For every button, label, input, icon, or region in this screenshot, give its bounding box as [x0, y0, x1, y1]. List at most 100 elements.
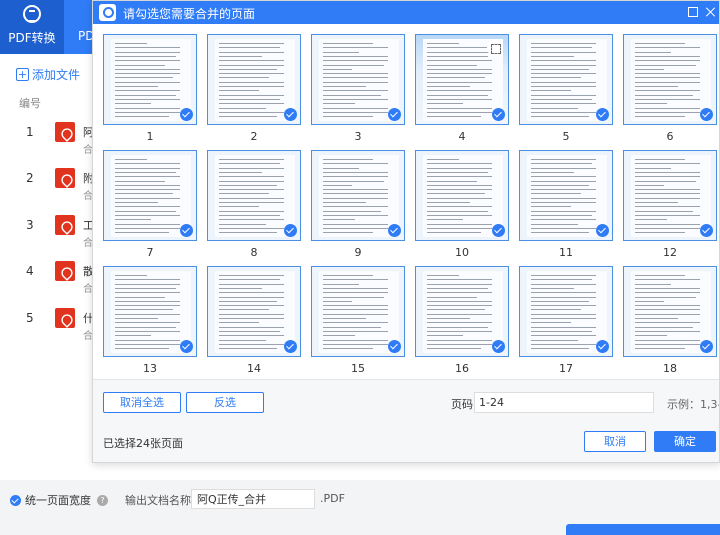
pdf-file-icon [55, 261, 75, 281]
file-subtitle: 合 [83, 145, 92, 156]
page-preview[interactable] [623, 34, 717, 125]
page-preview[interactable] [207, 266, 301, 357]
selected-check-icon[interactable] [492, 340, 505, 353]
help-icon[interactable]: ? [97, 494, 108, 506]
page-text-preview [631, 155, 711, 237]
page-range-example: 示例：1,3-5 [667, 398, 719, 411]
file-row[interactable]: 2 附 合 [0, 163, 92, 203]
page-preview[interactable] [415, 150, 509, 241]
selected-check-icon[interactable] [388, 340, 401, 353]
cancel-button[interactable]: 取消 [584, 431, 646, 452]
page-text-preview [319, 155, 399, 237]
invert-selection-button[interactable]: 反选 [186, 392, 264, 413]
selected-check-icon[interactable] [180, 108, 193, 121]
page-preview[interactable] [519, 266, 613, 357]
start-merge-button[interactable] [566, 524, 720, 535]
column-header-number: 编号 [19, 97, 41, 110]
page-preview[interactable] [207, 34, 301, 125]
selected-check-icon[interactable] [180, 224, 193, 237]
selected-count-text: 已选择24张页面 [103, 437, 183, 450]
file-name: 附 [83, 172, 92, 185]
selected-check-icon[interactable] [596, 340, 609, 353]
page-number: 12 [663, 246, 677, 259]
app-logo-icon [99, 4, 116, 21]
selected-check-icon[interactable] [492, 224, 505, 237]
page-text-preview [215, 39, 295, 121]
maximize-icon[interactable] [688, 7, 698, 17]
selected-check-icon[interactable] [284, 108, 297, 121]
selected-check-icon[interactable] [492, 108, 505, 121]
selected-check-icon[interactable] [700, 340, 713, 353]
page-text-preview [631, 271, 711, 353]
close-icon[interactable] [705, 5, 717, 19]
confirm-button[interactable]: 确定 [654, 431, 716, 452]
page-text-preview [215, 155, 295, 237]
page-preview[interactable] [103, 150, 197, 241]
nav-tab-second[interactable]: PDF [78, 0, 92, 54]
page-preview[interactable] [519, 34, 613, 125]
selected-check-icon[interactable] [180, 340, 193, 353]
page-number: 15 [351, 362, 365, 375]
page-preview[interactable] [519, 150, 613, 241]
page-preview[interactable] [103, 34, 197, 125]
nav-tab-label: PDF转换 [8, 31, 56, 45]
selected-check-icon[interactable] [596, 108, 609, 121]
select-pages-dialog: 请勾选您需要合并的页面 1 2 3 4 5 6 7 8 9 10 11 12 13 14 15 16 17 18 … [92, 0, 720, 463]
page-number: 18 [663, 362, 677, 375]
file-row[interactable]: 1 阿 合 [0, 117, 92, 157]
page-text-preview [111, 155, 191, 237]
page-preview[interactable] [311, 34, 405, 125]
page-number: 4 [458, 130, 466, 143]
page-preview[interactable] [311, 266, 405, 357]
dialog-titlebar: 请勾选您需要合并的页面 [93, 1, 719, 24]
file-row[interactable]: 4 散 合 [0, 256, 92, 296]
selected-check-icon[interactable] [388, 108, 401, 121]
output-name-input[interactable] [191, 489, 315, 509]
file-subtitle: 合 [83, 191, 92, 202]
selected-check-icon[interactable] [284, 340, 297, 353]
page-preview[interactable] [415, 34, 509, 125]
page-text-preview [319, 39, 399, 121]
file-name: 什 [83, 312, 92, 325]
page-number: 2 [250, 130, 258, 143]
plus-icon: + [16, 67, 29, 81]
selected-check-icon[interactable] [700, 108, 713, 121]
page-text-preview [527, 39, 607, 121]
selected-check-icon[interactable] [388, 224, 401, 237]
pdf-file-icon [55, 168, 75, 188]
add-file-button[interactable]: + 添加文件 [16, 64, 80, 84]
page-preview[interactable] [623, 150, 717, 241]
selected-check-icon[interactable] [596, 224, 609, 237]
page-number: 14 [247, 362, 261, 375]
page-preview[interactable] [415, 266, 509, 357]
page-preview[interactable] [311, 150, 405, 241]
page-number: 13 [143, 362, 157, 375]
page-number: 5 [562, 130, 570, 143]
page-text-preview [111, 39, 191, 121]
pdf-file-icon [55, 122, 75, 142]
file-row[interactable]: 5 什 合 [0, 303, 92, 343]
page-text-preview [215, 271, 295, 353]
file-number: 4 [26, 264, 34, 278]
uniform-width-label: 统一页面宽度 [25, 494, 91, 507]
expand-preview-icon[interactable] [487, 40, 503, 56]
uniform-width-option[interactable]: 统一页面宽度 ? [10, 492, 108, 508]
page-range-input[interactable] [474, 392, 654, 413]
checked-circle-icon [10, 494, 21, 506]
deselect-all-button[interactable]: 取消全选 [103, 392, 181, 413]
file-number: 3 [26, 218, 34, 232]
page-number: 1 [146, 130, 154, 143]
page-number: 11 [559, 246, 573, 259]
page-preview[interactable] [103, 266, 197, 357]
page-number: 3 [354, 130, 362, 143]
selected-check-icon[interactable] [284, 224, 297, 237]
page-number: 8 [250, 246, 258, 259]
nav-tab-pdf-convert[interactable]: PDF转换 [0, 0, 64, 54]
add-file-label: 添加文件 [32, 67, 81, 82]
file-row[interactable]: 3 工 合 [0, 210, 92, 250]
dialog-title: 请勾选您需要合并的页面 [123, 7, 256, 21]
page-preview[interactable] [207, 150, 301, 241]
page-preview[interactable] [623, 266, 717, 357]
page-number: 7 [146, 246, 154, 259]
selected-check-icon[interactable] [700, 224, 713, 237]
